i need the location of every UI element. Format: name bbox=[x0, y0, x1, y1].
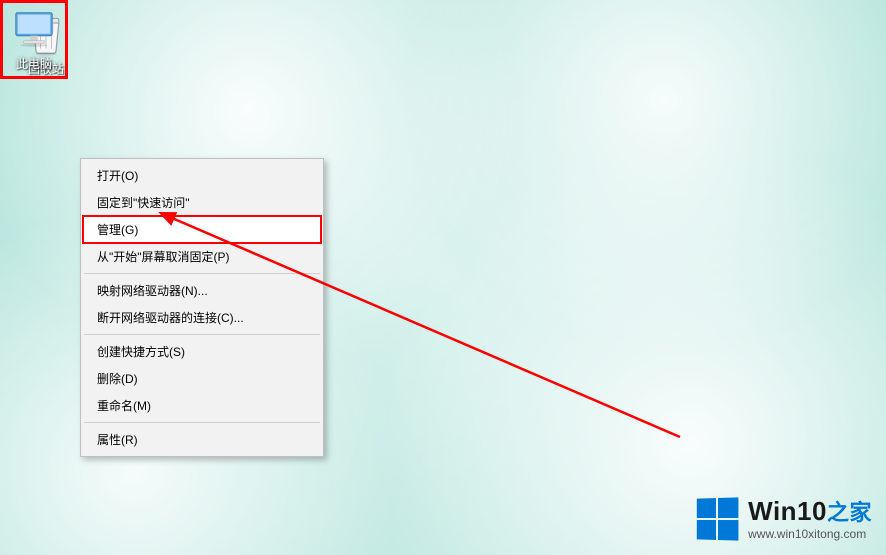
this-pc-label: 此电脑 bbox=[3, 55, 65, 72]
monitor-icon bbox=[10, 5, 58, 53]
watermark-title-zhi: 之家 bbox=[827, 500, 872, 525]
menu-separator bbox=[84, 422, 320, 423]
menu-item-disconnect-network-drive[interactable]: 断开网络驱动器的连接(C)... bbox=[83, 304, 321, 331]
menu-item-map-network-drive[interactable]: 映射网络驱动器(N)... bbox=[83, 277, 321, 304]
menu-item-pin-quick-access[interactable]: 固定到"快速访问" bbox=[83, 189, 321, 216]
menu-item-manage[interactable]: 管理(G) bbox=[83, 216, 321, 243]
watermark-title: Win10之家 bbox=[748, 497, 872, 526]
menu-item-delete[interactable]: 删除(D) bbox=[83, 365, 321, 392]
watermark: Win10之家 www.win10xitong.com bbox=[696, 497, 872, 541]
menu-separator bbox=[84, 273, 320, 274]
menu-item-open[interactable]: 打开(O) bbox=[83, 162, 321, 189]
menu-item-create-shortcut[interactable]: 创建快捷方式(S) bbox=[83, 338, 321, 365]
menu-item-rename[interactable]: 重命名(M) bbox=[83, 392, 321, 419]
context-menu: 打开(O) 固定到"快速访问" 管理(G) 从"开始"屏幕取消固定(P) 映射网… bbox=[80, 158, 324, 457]
this-pc-highlight-box: 此电脑 bbox=[0, 0, 886, 79]
windows-logo-icon bbox=[697, 497, 739, 540]
watermark-title-pre: Win10 bbox=[748, 496, 827, 526]
watermark-url: www.win10xitong.com bbox=[748, 528, 872, 541]
menu-separator bbox=[84, 334, 320, 335]
this-pc-icon[interactable]: 此电脑 bbox=[0, 0, 68, 79]
menu-item-properties[interactable]: 属性(R) bbox=[83, 426, 321, 453]
menu-item-unpin-start[interactable]: 从"开始"屏幕取消固定(P) bbox=[83, 243, 321, 270]
